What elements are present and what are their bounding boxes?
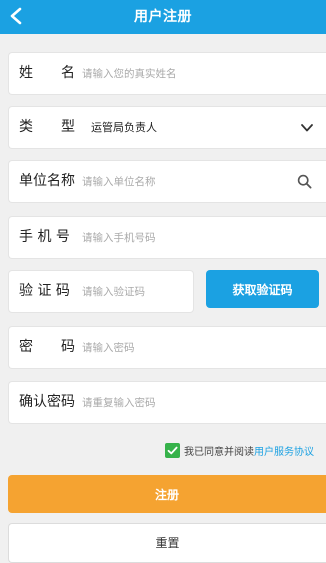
password-label: 密 码 [19, 339, 75, 355]
code-field: 验 证 码 [8, 270, 194, 313]
reset-button[interactable]: 重置 [8, 523, 326, 563]
search-icon[interactable] [297, 174, 312, 189]
code-label: 验 证 码 [19, 283, 70, 299]
top-bar: 用户注册 [0, 0, 326, 34]
chevron-down-icon [301, 124, 313, 132]
unit-input[interactable] [82, 161, 282, 202]
name-label: 姓 名 [19, 65, 75, 81]
check-icon [167, 446, 178, 454]
phone-label: 手 机 号 [19, 229, 70, 245]
unit-label: 单位名称 [19, 173, 75, 189]
confirm-password-label: 确认密码 [19, 394, 75, 410]
confirm-password-input[interactable] [82, 382, 282, 423]
name-field: 姓 名 [8, 52, 326, 95]
service-agreement-link[interactable]: 用户服务协议 [254, 443, 314, 458]
password-field: 密 码 [8, 326, 326, 369]
type-value: 运管局负责人 [91, 121, 157, 134]
type-label: 类 型 [19, 119, 75, 135]
phone-input[interactable] [82, 217, 282, 258]
phone-field: 手 机 号 [8, 216, 326, 259]
agreement-text: 我已同意并阅读 [184, 446, 254, 458]
register-button[interactable]: 注册 [8, 475, 326, 513]
confirm-password-field: 确认密码 [8, 381, 326, 424]
unit-field: 单位名称 [8, 160, 326, 203]
password-input[interactable] [82, 327, 282, 368]
get-code-button[interactable]: 获取验证码 [206, 270, 319, 308]
agreement-checkbox[interactable] [165, 442, 180, 458]
agreement-row: 我已同意并阅读 用户服务协议 [165, 442, 314, 458]
page-title: 用户注册 [134, 9, 192, 25]
code-input[interactable] [82, 271, 187, 312]
type-select[interactable]: 类 型 运管局负责人 [8, 106, 326, 149]
name-input[interactable] [82, 53, 282, 94]
